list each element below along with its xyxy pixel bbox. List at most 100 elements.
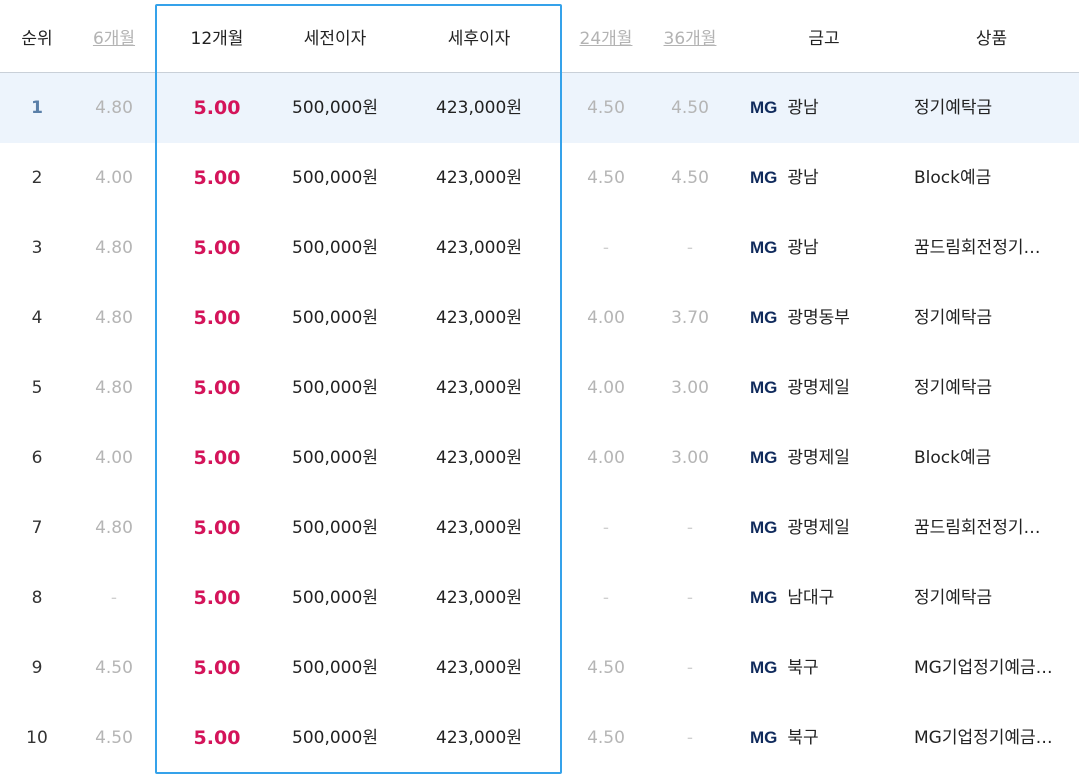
rate-12month-cell: 5.00: [193, 237, 241, 259]
bank-name: 광남: [787, 238, 819, 258]
rank-cell: 3: [31, 238, 43, 258]
bank-cell[interactable]: MG 광남: [750, 73, 900, 143]
mg-brand-logo: MG: [750, 308, 778, 327]
rate-36month-cell: 3.00: [671, 378, 709, 398]
rate-12month-cell: 5.00: [193, 587, 241, 609]
rate-12month-cell: 5.00: [193, 657, 241, 679]
bank-cell[interactable]: MG 광명제일: [750, 353, 900, 423]
bank-cell[interactable]: MG 북구: [750, 703, 900, 773]
bank-cell[interactable]: MG 남대구: [750, 563, 900, 633]
posttax-interest-cell: 423,000원: [436, 658, 522, 678]
rank-cell: 6: [31, 448, 43, 468]
header-24month-sort-link[interactable]: 24개월: [566, 0, 646, 72]
table-row[interactable]: 4 4.80 5.00 500,000원 423,000원 4.00 3.70 MG 광명동부 정…: [0, 283, 1079, 353]
product-link[interactable]: MG기업정기예금…: [914, 633, 1074, 703]
header-6month-sort-link[interactable]: 6개월: [76, 0, 152, 72]
rate-24month-cell: 4.50: [587, 728, 625, 748]
rate-12month-cell: 5.00: [193, 447, 241, 469]
product-link[interactable]: 정기예탁금: [914, 73, 1074, 143]
product-link[interactable]: 정기예탁금: [914, 563, 1074, 633]
product-link[interactable]: MG기업정기예금…: [914, 703, 1074, 773]
bank-cell[interactable]: MG 북구: [750, 633, 900, 703]
table-row[interactable]: 2 4.00 5.00 500,000원 423,000원 4.50 4.50 MG 광남 Blo…: [0, 143, 1079, 213]
rate-6month-cell: 4.00: [95, 168, 133, 188]
bank-name: 남대구: [787, 588, 835, 608]
rate-36month-cell: 3.00: [671, 448, 709, 468]
rate-6month-cell: 4.00: [95, 448, 133, 468]
rank-cell: 5: [31, 378, 43, 398]
mg-brand-logo: MG: [750, 448, 778, 467]
mg-brand-logo: MG: [750, 728, 778, 747]
product-link[interactable]: 꿈드림회전정기…: [914, 493, 1074, 563]
bank-name: 북구: [787, 658, 819, 678]
rate-12month-cell: 5.00: [193, 517, 241, 539]
rate-6month-cell: 4.80: [95, 308, 133, 328]
pretax-interest-cell: 500,000원: [292, 448, 378, 468]
mg-brand-logo: MG: [750, 588, 778, 607]
pretax-interest-cell: 500,000원: [292, 378, 378, 398]
posttax-interest-cell: 423,000원: [436, 518, 522, 538]
pretax-interest-cell: 500,000원: [292, 168, 378, 188]
table-row[interactable]: 3 4.80 5.00 500,000원 423,000원 - - MG 광남 꿈드림회전정기…: [0, 213, 1079, 283]
product-link[interactable]: Block예금: [914, 143, 1074, 213]
header-product: 상품: [975, 29, 1008, 49]
table-row[interactable]: 1 4.80 5.00 500,000원 423,000원 4.50 4.50 MG 광남 정기예…: [0, 73, 1079, 143]
rate-36month-cell: -: [686, 728, 694, 748]
mg-brand-logo: MG: [750, 238, 778, 257]
mg-brand-logo: MG: [750, 98, 778, 117]
table-row[interactable]: 7 4.80 5.00 500,000원 423,000원 - - MG 광명제일 꿈드림회전정기…: [0, 493, 1079, 563]
product-link[interactable]: 꿈드림회전정기…: [914, 213, 1074, 283]
table-row[interactable]: 8 - 5.00 500,000원 423,000원 - - MG 남대구 정기예탁금: [0, 563, 1079, 633]
table-row[interactable]: 10 4.50 5.00 500,000원 423,000원 4.50 - MG 북구 MG기업정…: [0, 703, 1079, 773]
rate-24month-cell: 4.00: [587, 378, 625, 398]
rate-24month-cell: 4.50: [587, 168, 625, 188]
rate-24month-cell: -: [602, 238, 610, 258]
bank-name: 광명제일: [787, 518, 850, 538]
bank-name: 광명제일: [787, 378, 850, 398]
rank-cell: 1: [31, 98, 43, 118]
rank-cell: 4: [31, 308, 43, 328]
rate-36month-cell: 4.50: [671, 168, 709, 188]
bank-cell[interactable]: MG 광명동부: [750, 283, 900, 353]
product-link[interactable]: 정기예탁금: [914, 283, 1074, 353]
table-row[interactable]: 5 4.80 5.00 500,000원 423,000원 4.00 3.00 MG 광명제일 정…: [0, 353, 1079, 423]
pretax-interest-cell: 500,000원: [292, 308, 378, 328]
rate-6month-cell: -: [110, 588, 118, 608]
rate-6month-cell: 4.50: [95, 728, 133, 748]
mg-brand-logo: MG: [750, 168, 778, 187]
bank-cell[interactable]: MG 광남: [750, 143, 900, 213]
rate-36month-cell: 3.70: [671, 308, 709, 328]
header-pretax-interest: 세전이자: [303, 29, 367, 49]
rate-36month-cell: -: [686, 588, 694, 608]
bank-cell[interactable]: MG 광명제일: [750, 423, 900, 493]
product-link[interactable]: 정기예탁금: [914, 353, 1074, 423]
bank-cell[interactable]: MG 광명제일: [750, 493, 900, 563]
table-header: 순위 6개월 12개월 세전이자 세후이자 24개월 36개월 금고 상품: [0, 0, 1079, 73]
bank-name: 광명동부: [787, 308, 850, 328]
product-link[interactable]: Block예금: [914, 423, 1074, 493]
header-12month[interactable]: 12개월: [158, 0, 276, 72]
table-row[interactable]: 9 4.50 5.00 500,000원 423,000원 4.50 - MG 북구 MG기업정기…: [0, 633, 1079, 703]
posttax-interest-cell: 423,000원: [436, 168, 522, 188]
table-row[interactable]: 6 4.00 5.00 500,000원 423,000원 4.00 3.00 MG 광명제일 B…: [0, 423, 1079, 493]
rate-36month-cell: -: [686, 658, 694, 678]
rate-12month-cell: 5.00: [193, 377, 241, 399]
pretax-interest-cell: 500,000원: [292, 588, 378, 608]
rank-cell: 9: [31, 658, 43, 678]
rate-6month-cell: 4.80: [95, 238, 133, 258]
rate-36month-cell: -: [686, 238, 694, 258]
rate-6month-cell: 4.50: [95, 658, 133, 678]
bank-name: 광남: [787, 168, 819, 188]
header-36month-sort-link[interactable]: 36개월: [650, 0, 730, 72]
rate-6month-cell: 4.80: [95, 378, 133, 398]
rate-36month-cell: 4.50: [671, 98, 709, 118]
header-bank: 금고: [808, 29, 840, 49]
bank-cell[interactable]: MG 광남: [750, 213, 900, 283]
bank-name: 광명제일: [787, 448, 850, 468]
rank-cell: 2: [31, 168, 43, 188]
rate-12month-cell: 5.00: [193, 167, 241, 189]
mg-brand-logo: MG: [750, 658, 778, 677]
posttax-interest-cell: 423,000원: [436, 308, 522, 328]
posttax-interest-cell: 423,000원: [436, 448, 522, 468]
pretax-interest-cell: 500,000원: [292, 518, 378, 538]
